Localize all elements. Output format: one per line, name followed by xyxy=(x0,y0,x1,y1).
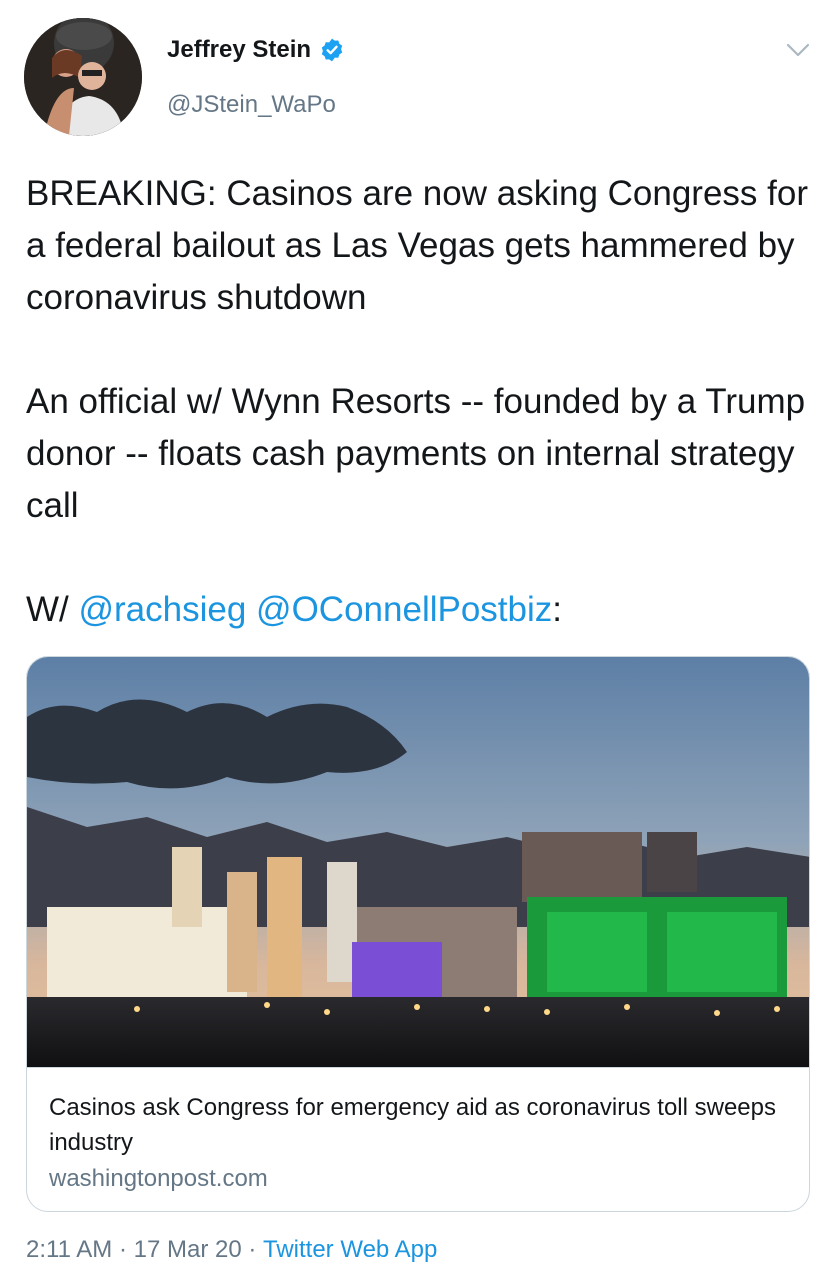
tweet-header: Jeffrey Stein @JStein_WaPo xyxy=(24,18,824,138)
tweet-paragraph-1: BREAKING: Casinos are now asking Congres… xyxy=(26,174,808,317)
tweet-paragraph-3-prefix: W/ xyxy=(26,590,79,629)
link-card-body[interactable]: Casinos ask Congress for emergency aid a… xyxy=(27,1067,809,1211)
tweet-paragraph-3-suffix: : xyxy=(552,590,562,629)
link-card-title[interactable]: Casinos ask Congress for emergency aid a… xyxy=(49,1090,787,1160)
mention-oconnellpostbiz[interactable]: @OConnellPostbiz xyxy=(256,590,552,629)
avatar-image xyxy=(24,18,142,136)
tweet-source[interactable]: Twitter Web App xyxy=(263,1236,437,1264)
las-vegas-skyline-image xyxy=(27,657,809,1067)
tweet-paragraph-2: An official w/ Wynn Resorts -- founded b… xyxy=(26,382,806,525)
mention-rachsieg[interactable]: @rachsieg xyxy=(78,590,246,629)
chevron-down-icon[interactable] xyxy=(784,40,812,60)
tweet-time[interactable]: 2:11 AM xyxy=(26,1236,112,1264)
link-card[interactable]: Casinos ask Congress for emergency aid a… xyxy=(26,656,810,1212)
tweet-metadata: 2:11 AM · 17 Mar 20 · Twitter Web App xyxy=(26,1236,437,1264)
link-card-image[interactable] xyxy=(27,657,809,1067)
tweet-date[interactable]: 17 Mar 20 xyxy=(134,1236,242,1264)
avatar[interactable] xyxy=(24,18,142,136)
user-handle[interactable]: @JStein_WaPo xyxy=(167,91,336,119)
meta-separator-1: · xyxy=(112,1236,134,1263)
display-name[interactable]: Jeffrey Stein xyxy=(167,36,311,64)
name-row: Jeffrey Stein xyxy=(167,36,345,64)
link-card-domain: washingtonpost.com xyxy=(49,1165,268,1192)
meta-separator-2: · xyxy=(241,1236,263,1263)
verified-badge-icon xyxy=(321,38,343,62)
tweet-text: BREAKING: Casinos are now asking Congres… xyxy=(26,168,816,636)
